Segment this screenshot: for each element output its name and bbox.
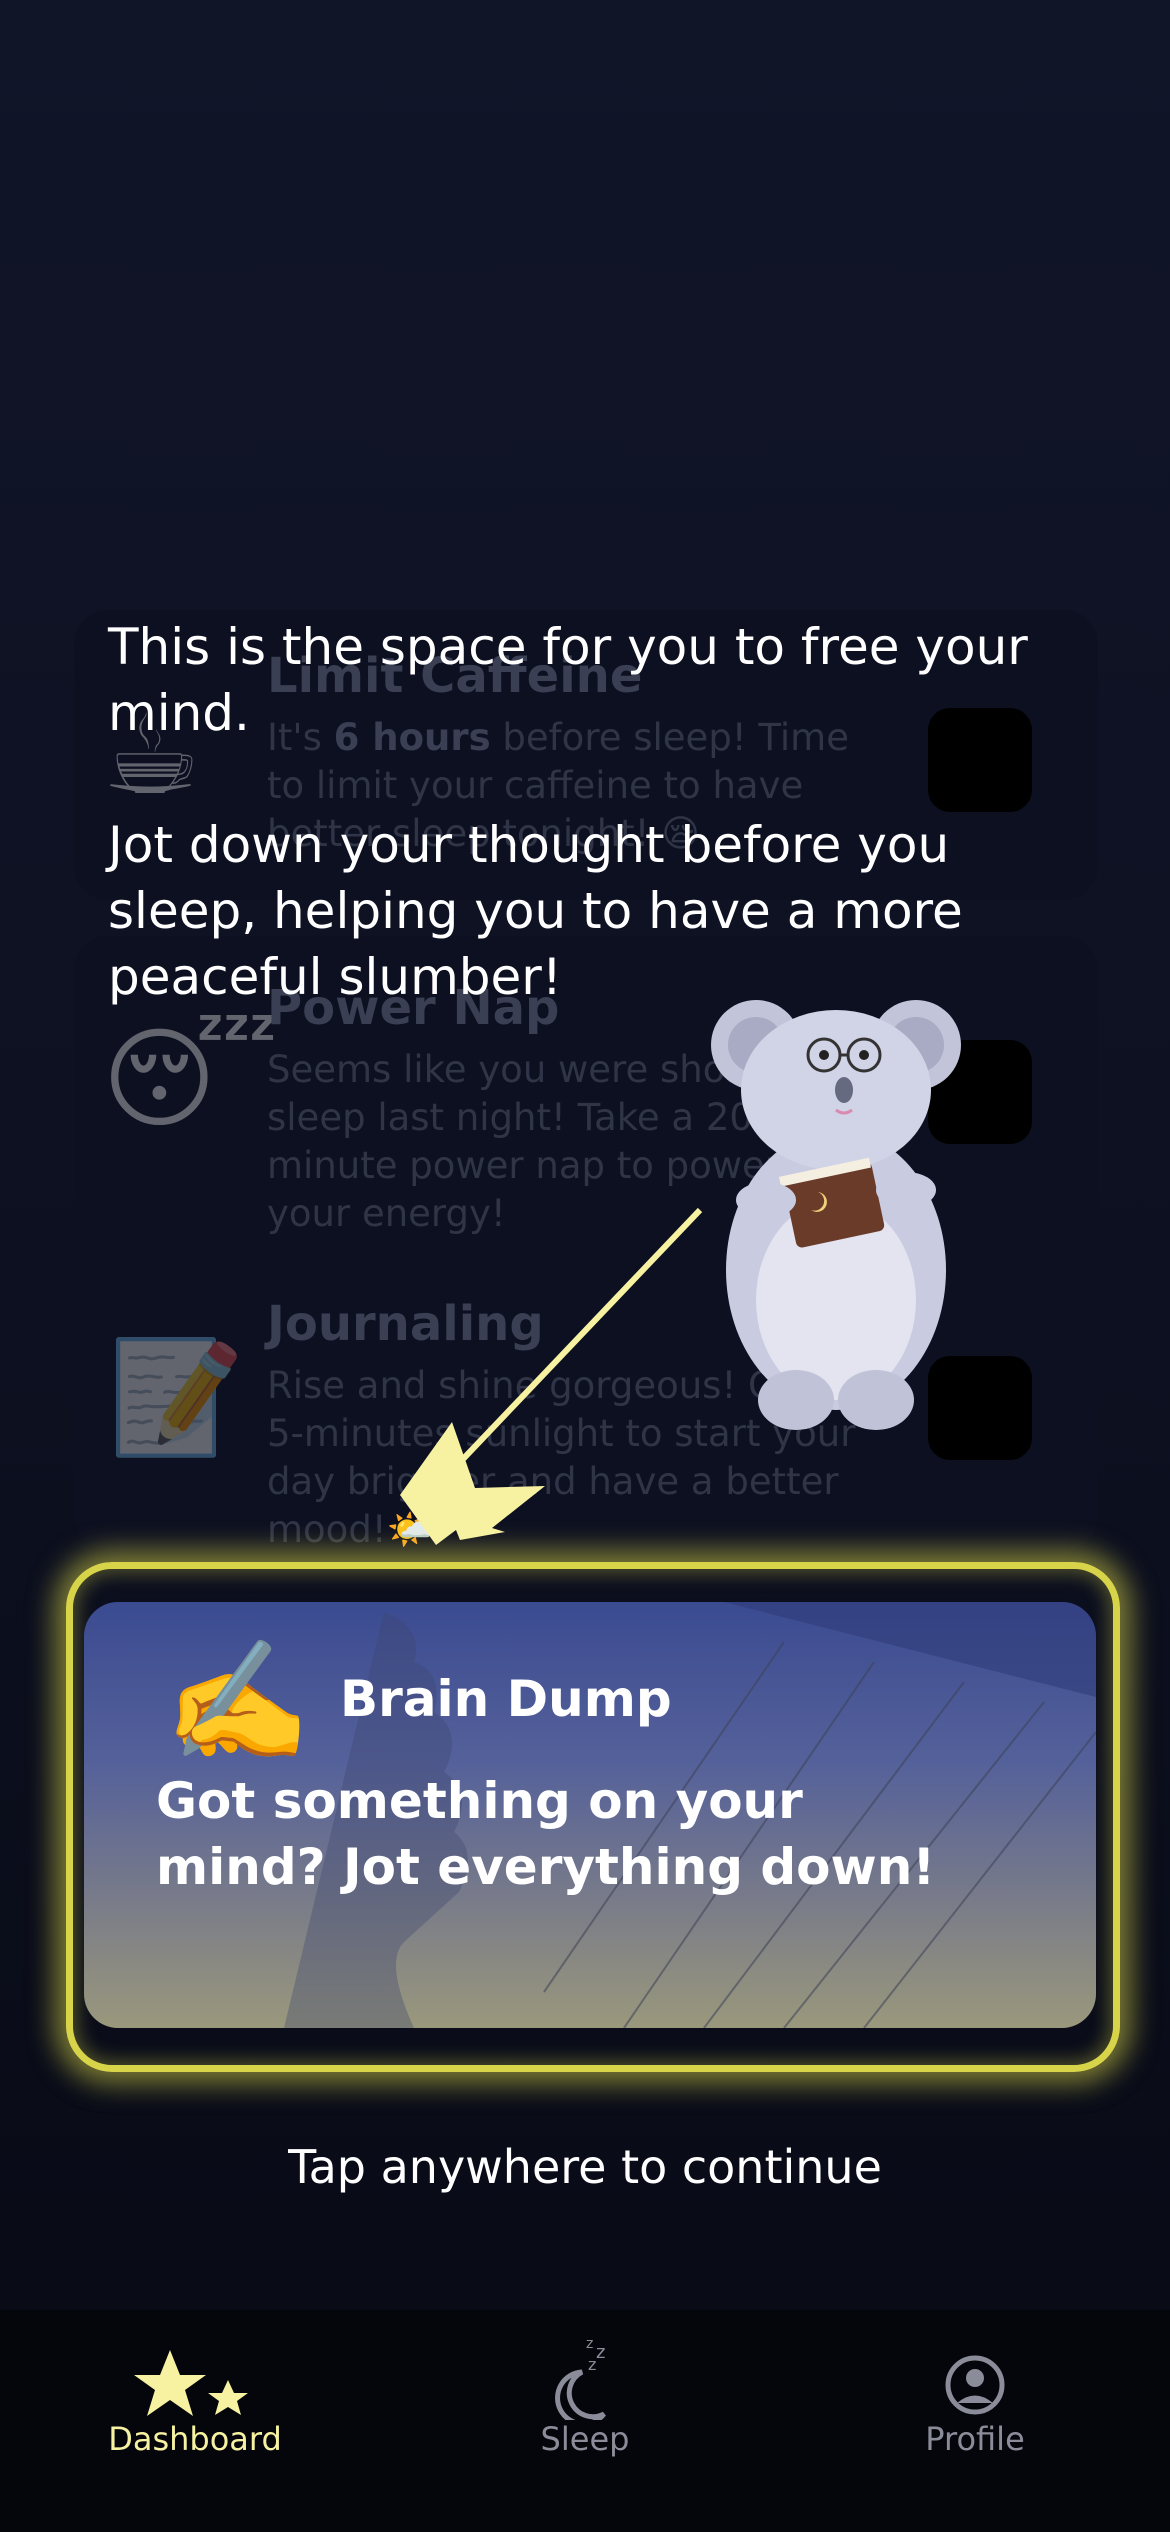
user-circle-icon — [945, 2355, 1005, 2415]
tab-sleep[interactable]: z z z Sleep — [390, 2310, 780, 2532]
tab-label: Dashboard — [108, 2420, 282, 2458]
stars-icon — [134, 2350, 248, 2416]
brain-dump-description: Got something on your mind? Jot everythi… — [156, 1772, 936, 1896]
writing-hand-icon: ✍️ — [164, 1632, 311, 1770]
tap-to-continue[interactable]: Tap anywhere to continue — [0, 2140, 1170, 2194]
tab-label: Profile — [925, 2420, 1025, 2458]
svg-text:z: z — [596, 2342, 605, 2363]
moon-zzz-icon: z z z — [555, 2336, 606, 2420]
brain-dump-card[interactable]: ✍️ Brain Dump Got something on your mind… — [84, 1602, 1096, 2028]
star-icon — [400, 1422, 545, 1545]
tab-dashboard[interactable]: Dashboard — [0, 2310, 390, 2532]
koala-mascot — [711, 1000, 961, 1430]
tab-bar: Dashboard z z z Sleep Profile — [0, 2310, 1170, 2532]
tab-profile[interactable]: Profile — [780, 2310, 1170, 2532]
svg-text:z: z — [586, 2336, 593, 2352]
tab-label: Sleep — [540, 2420, 630, 2458]
brain-dump-title: Brain Dump — [340, 1670, 672, 1728]
